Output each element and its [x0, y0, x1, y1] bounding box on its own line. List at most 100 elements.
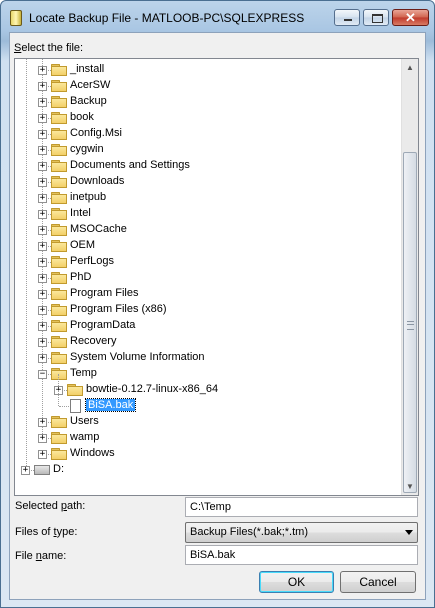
- tree-row[interactable]: + Program Files: [15, 286, 395, 302]
- expand-icon[interactable]: +: [38, 354, 47, 363]
- collapse-icon[interactable]: −: [38, 370, 47, 379]
- folder-body: [51, 354, 67, 364]
- expand-icon[interactable]: +: [38, 130, 47, 139]
- expand-icon[interactable]: +: [38, 434, 47, 443]
- expand-icon[interactable]: +: [38, 418, 47, 427]
- folder-icon: [51, 320, 67, 332]
- file-icon: [70, 399, 81, 413]
- folder-body: [51, 210, 67, 220]
- tree-row[interactable]: + Windows: [15, 446, 395, 462]
- folder-icon: [51, 64, 67, 76]
- folder-icon: [51, 336, 67, 348]
- cancel-button[interactable]: Cancel: [340, 571, 416, 593]
- tree-row[interactable]: + Backup: [15, 94, 395, 110]
- folder-icon: [51, 176, 67, 188]
- tree-row[interactable]: + Documents and Settings: [15, 158, 395, 174]
- tree-item-label: Recovery: [70, 335, 117, 347]
- tree-row[interactable]: + AcerSW: [15, 78, 395, 94]
- expand-icon[interactable]: +: [38, 274, 47, 283]
- tree-row[interactable]: + D:: [15, 462, 395, 478]
- ok-button[interactable]: OK: [259, 571, 334, 593]
- expand-icon[interactable]: +: [38, 210, 47, 219]
- maximize-icon: [372, 14, 383, 23]
- expand-icon[interactable]: +: [38, 162, 47, 171]
- vertical-scrollbar[interactable]: ▲ ▼: [401, 59, 418, 495]
- scroll-thumb[interactable]: [403, 152, 417, 493]
- files-of-type-dropdown[interactable]: Backup Files(*.bak;*.tm): [185, 522, 418, 543]
- tree-row[interactable]: + System Volume Information: [15, 350, 395, 366]
- tree-item-label: Intel: [70, 207, 91, 219]
- tree-row[interactable]: + ProgramData: [15, 318, 395, 334]
- tree-item-label: Documents and Settings: [70, 159, 190, 171]
- folder-icon: [51, 128, 67, 140]
- folder-body: [67, 386, 83, 396]
- expand-icon[interactable]: +: [38, 66, 47, 75]
- expand-icon[interactable]: +: [38, 82, 47, 91]
- file-tree[interactable]: + _install + AcerSW + Backup + book + Config.Msi +…: [14, 58, 419, 496]
- expand-icon[interactable]: +: [38, 98, 47, 107]
- folder-icon: [51, 416, 67, 428]
- tree-row[interactable]: − Temp: [15, 366, 395, 382]
- folder-body: [51, 434, 67, 444]
- tree-item-label: PhD: [70, 271, 92, 283]
- expand-icon[interactable]: +: [38, 178, 47, 187]
- folder-body: [51, 418, 67, 428]
- label-part: ath:: [67, 500, 86, 512]
- expand-icon[interactable]: +: [21, 466, 30, 475]
- folder-body: [51, 178, 67, 188]
- file-name-field[interactable]: BiSA.bak: [185, 545, 418, 565]
- expand-icon[interactable]: +: [38, 226, 47, 235]
- tree-row[interactable]: + book: [15, 110, 395, 126]
- expand-icon[interactable]: +: [38, 114, 47, 123]
- scroll-up-arrow-icon[interactable]: ▲: [402, 59, 418, 76]
- tree-row[interactable]: + bowtie-0.12.7-linux-x86_64: [15, 374, 395, 398]
- minimize-button[interactable]: [334, 9, 360, 26]
- expand-icon[interactable]: +: [38, 338, 47, 347]
- label-part: ame:: [41, 550, 67, 562]
- folder-icon: [51, 288, 67, 300]
- expand-icon[interactable]: +: [38, 146, 47, 155]
- tree-row[interactable]: + Program Files (x86): [15, 302, 395, 318]
- folder-icon: [51, 96, 67, 108]
- folder-icon: [51, 352, 67, 364]
- tree-row[interactable]: + Intel: [15, 206, 395, 222]
- file-tree-content: + _install + AcerSW + Backup + book + Config.Msi +…: [15, 59, 404, 495]
- folder-body: [51, 242, 67, 252]
- tree-row[interactable]: + _install: [15, 62, 395, 78]
- tree-row[interactable]: + MSOCache: [15, 222, 395, 238]
- tree-row[interactable]: + wamp: [15, 430, 395, 446]
- label-part: ype:: [56, 526, 78, 538]
- label-part: File: [15, 550, 36, 562]
- tree-item-label: Downloads: [70, 175, 125, 187]
- selected-path-field[interactable]: C:\Temp: [185, 497, 418, 517]
- expand-icon[interactable]: +: [38, 194, 47, 203]
- tree-guide-line: [59, 406, 69, 407]
- tree-item-label: Users: [70, 415, 99, 427]
- scroll-down-arrow-icon[interactable]: ▼: [402, 478, 418, 495]
- expand-icon[interactable]: +: [38, 450, 47, 459]
- expand-icon[interactable]: +: [38, 242, 47, 251]
- expand-icon[interactable]: +: [38, 258, 47, 267]
- tree-row[interactable]: + inetpub: [15, 190, 395, 206]
- title-bar[interactable]: Locate Backup File - MATLOOB-PC\SQLEXPRE…: [1, 1, 434, 33]
- folder-body: [51, 274, 67, 284]
- tree-row[interactable]: + Config.Msi: [15, 126, 395, 142]
- expand-icon[interactable]: +: [38, 322, 47, 331]
- tree-row[interactable]: + Downloads: [15, 174, 395, 190]
- tree-row[interactable]: BiSA.bak: [15, 390, 395, 414]
- tree-row[interactable]: + Users: [15, 414, 395, 430]
- tree-row[interactable]: + PhD: [15, 270, 395, 286]
- expand-icon[interactable]: +: [38, 290, 47, 299]
- folder-body: [51, 322, 67, 332]
- tree-row[interactable]: + cygwin: [15, 142, 395, 158]
- tree-row[interactable]: + PerfLogs: [15, 254, 395, 270]
- expand-icon[interactable]: +: [38, 306, 47, 315]
- label-part: Selected: [15, 500, 61, 512]
- tree-row[interactable]: + OEM: [15, 238, 395, 254]
- files-of-type-value: Backup Files(*.bak;*.tm): [190, 526, 308, 538]
- tree-item-label: bowtie-0.12.7-linux-x86_64: [86, 383, 219, 395]
- maximize-button[interactable]: [363, 9, 389, 26]
- tree-item-label: Program Files: [70, 287, 139, 299]
- tree-row[interactable]: + Recovery: [15, 334, 395, 350]
- close-button[interactable]: ✕: [392, 9, 429, 26]
